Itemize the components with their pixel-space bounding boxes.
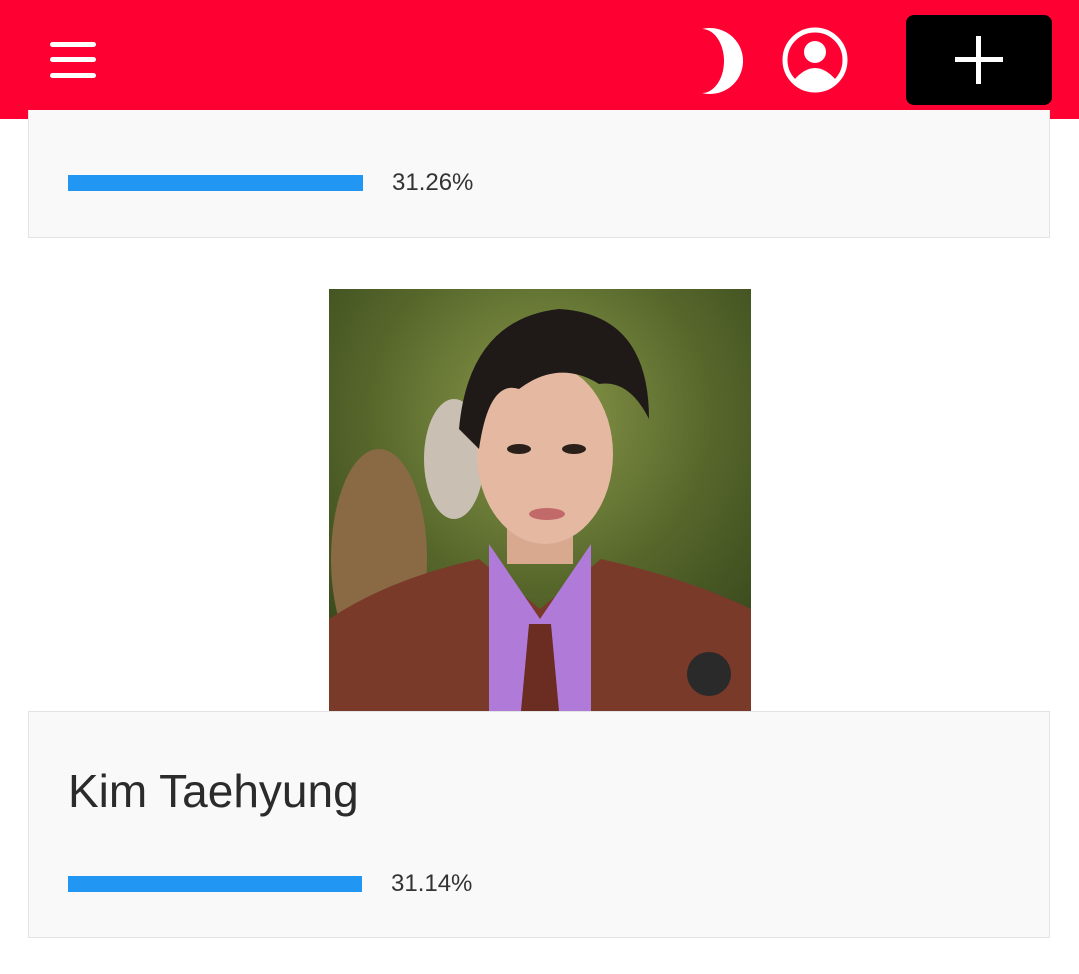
progress-bar <box>68 876 363 892</box>
hamburger-menu-icon[interactable] <box>50 42 96 78</box>
candidate-name: Kim Taehyung <box>68 765 359 817</box>
plus-icon <box>955 36 1003 84</box>
percentage-label: 31.14% <box>391 870 473 897</box>
top-app-bar <box>0 0 1079 119</box>
user-circle-icon[interactable] <box>781 26 849 94</box>
add-button[interactable] <box>906 15 1052 105</box>
result-card: Kim Taehyung 31.14% <box>28 711 1050 938</box>
moon-icon[interactable] <box>688 27 750 95</box>
progress-bar <box>68 175 363 191</box>
percentage-label: 31.26% <box>392 169 474 196</box>
result-card: 31.26% <box>28 110 1050 238</box>
candidate-photo <box>329 289 751 711</box>
progress-bar-fill <box>68 876 362 892</box>
progress-bar-fill <box>68 175 363 191</box>
